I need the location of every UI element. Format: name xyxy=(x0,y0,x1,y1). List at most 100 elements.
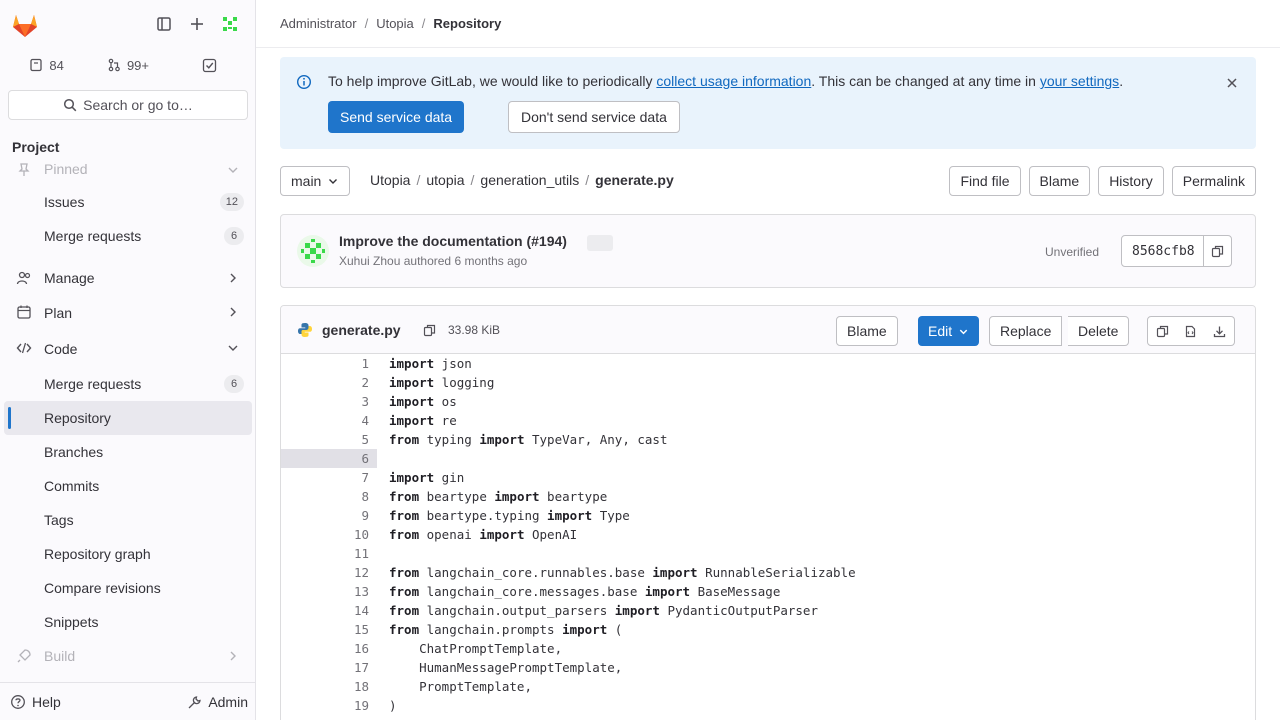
copy-file-path-button[interactable] xyxy=(419,320,439,340)
repository-toolbar: main Utopia / utopia / generation_utils / gene… xyxy=(280,166,1256,196)
user-avatar-icon[interactable] xyxy=(214,8,246,40)
sidebar-item-repository-graph[interactable]: Repository graph xyxy=(4,537,252,571)
history-button[interactable]: History xyxy=(1098,166,1164,196)
sidebar-top xyxy=(0,0,255,48)
sidebar-item-build[interactable]: Build xyxy=(4,639,252,673)
sidebar-item-tags[interactable]: Tags xyxy=(4,503,252,537)
edit-label: Edit xyxy=(928,323,953,339)
dont-send-service-data-button[interactable]: Don't send service data xyxy=(508,101,680,133)
download-button[interactable] xyxy=(1205,316,1235,346)
author-avatar[interactable] xyxy=(297,235,329,267)
branch-selector[interactable]: main xyxy=(280,166,351,196)
signature-status-badge[interactable]: Unverified xyxy=(1037,241,1107,263)
help-button[interactable]: Help xyxy=(10,687,61,717)
blame-button[interactable]: Blame xyxy=(1028,166,1091,196)
path-segment[interactable]: utopia xyxy=(426,172,464,188)
admin-wrench-icon xyxy=(188,695,202,708)
code-token: beartype xyxy=(419,489,495,504)
search-label: Search or go to… xyxy=(83,97,193,113)
commit-description-toggle[interactable] xyxy=(587,235,613,251)
chevron-right-icon xyxy=(230,273,236,283)
sidebar-item-manage[interactable]: Manage xyxy=(4,261,252,295)
code-line: 19) xyxy=(281,696,1255,715)
sidebar-item-plan[interactable]: Plan xyxy=(4,295,252,331)
commit-author[interactable]: Xuhui Zhou xyxy=(339,254,400,268)
file-blame-button[interactable]: Blame xyxy=(836,316,898,346)
line-number[interactable]: 8 xyxy=(281,487,377,506)
banner-text-part: To help improve GitLab, we would like to… xyxy=(328,73,657,89)
sidebar-item-merge-requests[interactable]: Merge requests 6 xyxy=(4,367,252,401)
chevron-down-icon xyxy=(228,345,238,351)
sidebar-item-commits[interactable]: Commits xyxy=(4,469,252,503)
commit-sha[interactable]: 8568cfb8 xyxy=(1122,244,1203,259)
sidebar-item-compare-revisions[interactable]: Compare revisions xyxy=(4,571,252,605)
line-number[interactable]: 6 xyxy=(281,449,377,468)
code-text: from typing import TypeVar, Any, cast xyxy=(389,430,667,449)
permalink-button[interactable]: Permalink xyxy=(1171,166,1256,196)
breadcrumb-item-current[interactable]: Repository xyxy=(433,16,501,31)
close-banner-button[interactable] xyxy=(1220,71,1244,95)
open-raw-button[interactable] xyxy=(1176,316,1206,346)
line-number[interactable]: 2 xyxy=(281,373,377,392)
sidebar-item-issues[interactable]: Issues 12 xyxy=(4,185,252,219)
assigned-issues-button[interactable]: 84 xyxy=(8,50,85,80)
line-number[interactable]: 18 xyxy=(281,677,377,696)
line-number[interactable]: 17 xyxy=(281,658,377,677)
path-separator: / xyxy=(416,172,421,188)
sidebar-item-pinned-merge-requests[interactable]: Merge requests 6 xyxy=(4,219,252,253)
line-number[interactable]: 9 xyxy=(281,506,377,525)
collapse-sidebar-icon[interactable] xyxy=(148,8,180,40)
line-number[interactable]: 5 xyxy=(281,430,377,449)
path-file[interactable]: generate.py xyxy=(595,172,674,188)
line-number[interactable]: 10 xyxy=(281,525,377,544)
gitlab-logo[interactable] xyxy=(8,8,42,40)
line-number[interactable]: 3 xyxy=(281,392,377,411)
line-number[interactable]: 7 xyxy=(281,468,377,487)
code-keyword: from xyxy=(389,489,420,504)
merge-requests-button[interactable]: 99+ xyxy=(89,50,166,80)
sidebar-item-repository[interactable]: Repository xyxy=(4,401,252,435)
file-size: 33.98 KiB xyxy=(448,323,501,337)
search-button[interactable]: Search or go to… xyxy=(8,90,248,120)
breadcrumb-item-project[interactable]: Utopia xyxy=(376,16,414,31)
commit-title[interactable]: Improve the documentation (#194) xyxy=(339,233,567,249)
sidebar-item-label: Repository graph xyxy=(44,546,151,562)
replace-button[interactable]: Replace xyxy=(989,316,1063,346)
edit-dropdown-button[interactable]: Edit xyxy=(918,316,980,346)
path-separator: / xyxy=(470,172,475,188)
plus-icon[interactable] xyxy=(181,8,213,40)
python-file-icon xyxy=(298,323,312,337)
sidebar-item-pinned[interactable]: Pinned xyxy=(4,153,252,185)
line-number[interactable]: 12 xyxy=(281,563,377,582)
your-settings-link[interactable]: your settings xyxy=(1040,73,1119,89)
sidebar-item-branches[interactable]: Branches xyxy=(4,435,252,469)
code-line: 5 from typing import TypeVar, Any, cast xyxy=(281,430,1255,449)
line-number[interactable]: 14 xyxy=(281,601,377,620)
line-number[interactable]: 19 xyxy=(281,696,377,715)
sidebar-item-snippets[interactable]: Snippets xyxy=(4,605,252,639)
sidebar-item-code[interactable]: Code xyxy=(4,331,252,367)
breadcrumb-item-owner[interactable]: Administrator xyxy=(280,16,357,31)
todos-button[interactable] xyxy=(171,50,248,80)
line-number[interactable]: 1 xyxy=(281,354,377,373)
sidebar-counts: 84 99+ xyxy=(8,50,248,80)
code-line: 14 from langchain.output_parsers import P… xyxy=(281,601,1255,620)
path-segment[interactable]: Utopia xyxy=(370,172,410,188)
find-file-button[interactable]: Find file xyxy=(949,166,1021,196)
send-service-data-button[interactable]: Send service data xyxy=(328,101,465,133)
code-text: ChatPromptTemplate, xyxy=(389,639,562,658)
line-number[interactable]: 16 xyxy=(281,639,377,658)
delete-button[interactable]: Delete xyxy=(1068,316,1130,346)
line-number[interactable]: 4 xyxy=(281,411,377,430)
copy-icon xyxy=(423,324,435,336)
admin-button[interactable]: Admin xyxy=(187,687,248,717)
code-line: 2 import logging xyxy=(281,373,1255,392)
sidebar-item-label: Branches xyxy=(44,444,104,460)
path-segment[interactable]: generation_utils xyxy=(480,172,579,188)
line-number[interactable]: 15 xyxy=(281,620,377,639)
line-number[interactable]: 11 xyxy=(281,544,377,563)
copy-contents-button[interactable] xyxy=(1147,316,1177,346)
collect-usage-link[interactable]: collect usage information xyxy=(656,73,811,89)
line-number[interactable]: 13 xyxy=(281,582,377,601)
copy-sha-button[interactable] xyxy=(1202,236,1231,266)
